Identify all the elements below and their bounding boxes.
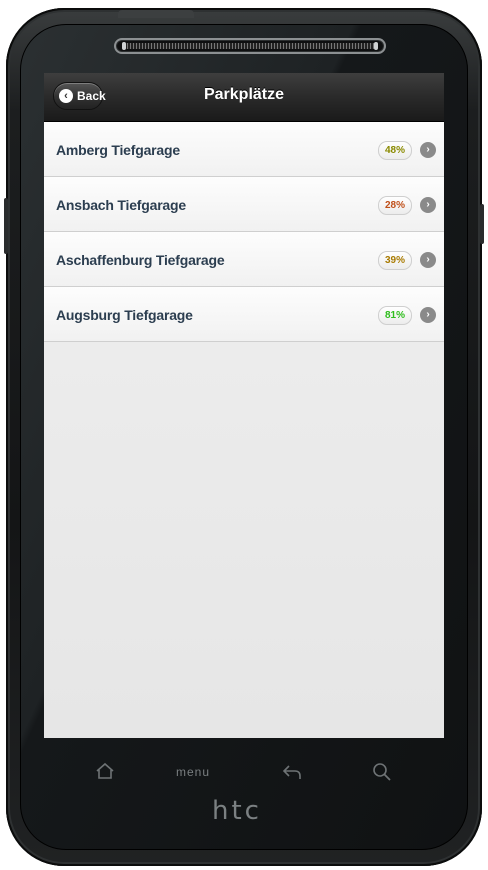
- list-item[interactable]: Amberg Tiefgarage 48% ›: [44, 122, 444, 177]
- occupancy-badge: 48%: [378, 141, 412, 160]
- back-arrow-icon[interactable]: [280, 762, 304, 782]
- earpiece-speaker: [114, 38, 386, 54]
- power-button[interactable]: [118, 10, 194, 18]
- list-item[interactable]: Ansbach Tiefgarage 28% ›: [44, 177, 444, 232]
- chevron-right-icon: ›: [420, 307, 436, 323]
- app-screen: ‹ Back Parkplätze Amberg Tiefgarage 48% …: [44, 73, 444, 738]
- speaker-dot-left: [122, 42, 126, 50]
- side-button[interactable]: [480, 204, 484, 244]
- menu-key[interactable]: menu: [176, 765, 210, 779]
- list-item-label: Amberg Tiefgarage: [56, 142, 180, 158]
- list-item-label: Augsburg Tiefgarage: [56, 307, 193, 323]
- list-item[interactable]: Augsburg Tiefgarage 81% ›: [44, 287, 444, 342]
- chevron-right-icon: ›: [420, 142, 436, 158]
- chevron-right-icon: ›: [420, 252, 436, 268]
- occupancy-badge: 39%: [378, 251, 412, 270]
- speaker-grill: [124, 43, 376, 49]
- occupancy-badge: 81%: [378, 306, 412, 325]
- volume-button[interactable]: [4, 198, 8, 254]
- top-bar: ‹ Back Parkplätze: [44, 73, 444, 122]
- speaker-dot-right: [374, 42, 378, 50]
- htc-logo: htc: [212, 796, 262, 826]
- page-title: Parkplätze: [203, 86, 285, 103]
- home-icon[interactable]: [94, 760, 116, 782]
- occupancy-badge: 28%: [378, 196, 412, 215]
- parking-list: Amberg Tiefgarage 48% › Ansbach Tiefgara…: [44, 122, 444, 342]
- chevron-right-icon: ›: [420, 197, 436, 213]
- list-item-label: Aschaffenburg Tiefgarage: [56, 252, 225, 268]
- list-item[interactable]: Aschaffenburg Tiefgarage 39% ›: [44, 232, 444, 287]
- search-icon[interactable]: [371, 761, 393, 783]
- list-item-label: Ansbach Tiefgarage: [56, 197, 186, 213]
